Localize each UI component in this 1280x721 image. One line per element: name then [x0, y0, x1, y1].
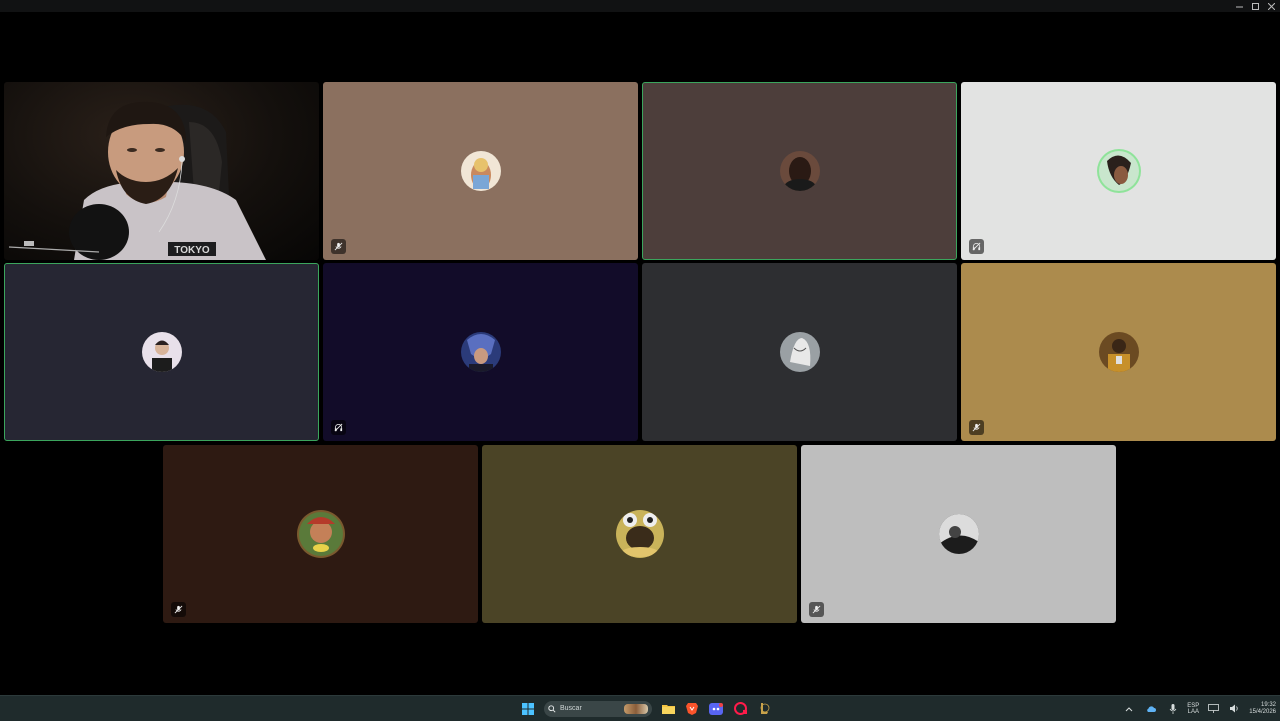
participant-avatar	[615, 510, 664, 558]
muted-mic-icon	[809, 602, 824, 617]
keyboard-language-indicator[interactable]: ESP LAA	[1187, 703, 1199, 715]
participant-tile-9[interactable]	[163, 445, 478, 623]
opera-gx-icon[interactable]	[732, 701, 748, 717]
search-input[interactable]	[560, 705, 620, 712]
chevron-up-icon[interactable]	[1121, 701, 1137, 717]
participant-avatar	[460, 151, 501, 191]
participant-tile-11[interactable]	[801, 445, 1116, 623]
league-of-legends-icon[interactable]	[756, 701, 772, 717]
participant-tile-7[interactable]	[642, 263, 957, 441]
participant-tile-8[interactable]	[961, 263, 1276, 441]
taskbar-search-box[interactable]	[544, 700, 652, 718]
muted-mic-icon	[331, 239, 346, 254]
discord-icon[interactable]	[708, 701, 724, 717]
participant-avatar	[938, 514, 979, 554]
system-tray: ESP LAA 19:32 15/4/2026	[1121, 696, 1276, 721]
window-titlebar	[0, 0, 1280, 12]
deafened-headset-icon	[331, 420, 346, 435]
clock-time: 19:32	[1260, 701, 1276, 708]
participant-avatar	[1098, 332, 1139, 372]
taskbar-pinned-apps	[520, 696, 772, 721]
deafened-headset-icon	[969, 239, 984, 254]
brave-browser-icon[interactable]	[684, 701, 700, 717]
participant-tile-10[interactable]	[482, 445, 797, 623]
close-icon[interactable]	[1266, 0, 1276, 12]
shirt-text: TOKYO	[174, 245, 210, 256]
participant-avatar	[141, 332, 182, 372]
search-highlight-image	[624, 703, 648, 714]
minimize-icon[interactable]	[1234, 0, 1244, 12]
webcam-video-feed: TOKYO	[8, 101, 266, 260]
call-video-grid: TOKYO	[0, 12, 1280, 695]
participant-avatar	[779, 332, 820, 372]
window-controls	[1234, 0, 1276, 12]
taskbar-clock[interactable]: 19:32 15/4/2026	[1249, 702, 1276, 716]
volume-icon[interactable]	[1227, 701, 1243, 717]
participant-tile-2[interactable]	[323, 82, 638, 260]
microphone-icon[interactable]	[1165, 701, 1181, 717]
participant-tile-camera[interactable]: TOKYO	[4, 82, 319, 260]
muted-mic-icon	[969, 420, 984, 435]
search-icon	[548, 700, 556, 718]
participant-tile-3[interactable]	[642, 82, 957, 260]
participant-avatar	[296, 510, 345, 558]
participant-tile-4[interactable]	[961, 82, 1276, 260]
keyboard-layout-code: LAA	[1187, 708, 1199, 715]
cloud-icon[interactable]	[1143, 701, 1159, 717]
participant-avatar	[460, 332, 501, 372]
participant-avatar	[1098, 151, 1139, 191]
file-explorer-icon[interactable]	[660, 701, 676, 717]
clock-date: 15/4/2026	[1249, 708, 1276, 715]
participant-tile-6[interactable]	[323, 263, 638, 441]
windows-taskbar: ESP LAA 19:32 15/4/2026	[0, 695, 1280, 721]
windows-start-icon[interactable]	[520, 701, 536, 717]
network-icon[interactable]	[1205, 701, 1221, 717]
maximize-icon[interactable]	[1250, 0, 1260, 12]
participant-avatar	[779, 151, 820, 191]
participant-tile-5[interactable]	[4, 263, 319, 441]
language-code: ESP	[1187, 702, 1200, 709]
muted-mic-icon	[171, 602, 186, 617]
